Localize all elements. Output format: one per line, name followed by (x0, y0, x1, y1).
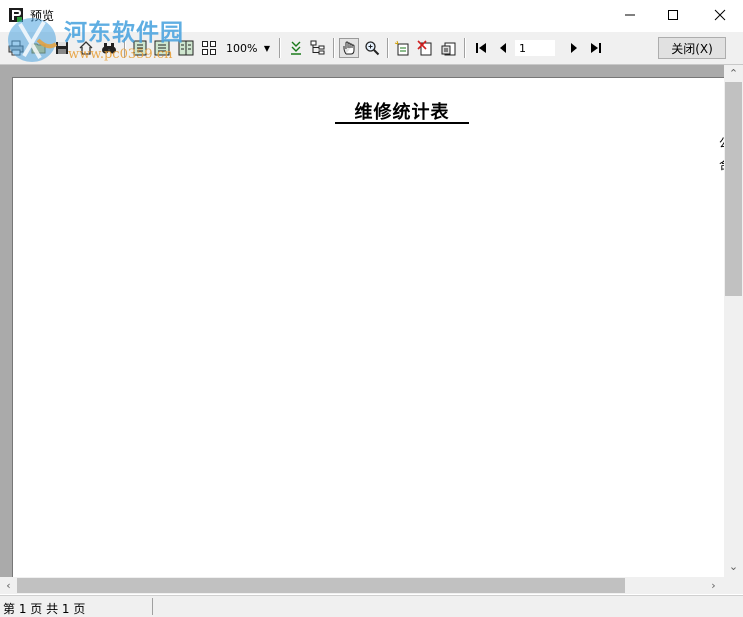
single-page-button[interactable] (130, 38, 150, 58)
open-folder-icon (31, 43, 46, 54)
two-page-button[interactable] (176, 38, 196, 58)
chevron-down-icon: ▼ (263, 44, 270, 53)
close-icon (714, 9, 726, 21)
hand-icon (343, 41, 355, 55)
new-page-icon (394, 40, 409, 56)
close-button[interactable]: 关闭(X) (658, 37, 726, 59)
title-underline (335, 122, 469, 124)
scroll-up-icon[interactable]: ⌃ (725, 65, 742, 82)
tree-button[interactable] (308, 38, 328, 58)
maximize-button[interactable] (650, 0, 696, 30)
tree-icon (310, 40, 325, 55)
vertical-scrollbar[interactable]: ⌃ ⌄ (724, 65, 743, 577)
horizontal-scroll-thumb[interactable] (17, 578, 625, 593)
prev-page-button[interactable] (493, 38, 513, 58)
toolbar-separator (333, 38, 335, 58)
delete-page-icon (417, 40, 432, 56)
preview-area[interactable]: 维修统计表 公 合 (0, 65, 724, 577)
zoom-tool-button[interactable] (362, 38, 382, 58)
next-page-button[interactable] (564, 38, 584, 58)
toolbar-separator (124, 38, 126, 58)
minimize-icon (625, 14, 635, 16)
save-button[interactable] (52, 38, 72, 58)
vertical-scroll-thumb[interactable] (725, 82, 742, 296)
report-title: 维修统计表 (354, 102, 450, 123)
open-button[interactable] (29, 38, 49, 58)
toolbar-separator (464, 38, 466, 58)
last-page-button[interactable] (586, 38, 606, 58)
page-width-button[interactable] (152, 38, 172, 58)
page-status: 第 1 页 共 1 页 (3, 602, 86, 616)
horizontal-scrollbar[interactable]: ‹ › (0, 577, 724, 594)
single-page-icon (133, 40, 147, 56)
toolbar-separator (279, 38, 281, 58)
new-page-button[interactable] (392, 38, 412, 58)
zoom-select[interactable]: 100% ▼ (226, 41, 272, 57)
report-page: 维修统计表 公 合 (12, 77, 724, 577)
outline-button[interactable] (286, 38, 306, 58)
scroll-left-icon[interactable]: ‹ (0, 577, 17, 594)
scroll-corner (724, 577, 743, 594)
window-title: 预览 (30, 9, 55, 23)
page-width-icon (154, 40, 170, 56)
first-page-icon (476, 43, 486, 53)
minimize-button[interactable] (607, 0, 653, 30)
outline-icon (291, 41, 301, 55)
print-icon (8, 40, 24, 56)
save-icon (56, 42, 68, 54)
page-number-input[interactable]: 1 (514, 39, 556, 57)
binoculars-icon (102, 43, 116, 54)
status-divider (152, 598, 153, 615)
title-bar: 预览 (0, 0, 743, 32)
close-window-button[interactable] (697, 0, 743, 30)
two-page-icon (178, 40, 194, 56)
first-page-button[interactable] (471, 38, 491, 58)
scroll-down-icon[interactable]: ⌄ (725, 558, 742, 575)
export-icon (79, 41, 93, 55)
zoom-value: 100% (226, 42, 258, 55)
toolbar: 100% ▼ 1 (0, 32, 743, 65)
prev-page-icon (500, 43, 506, 53)
toolbar-separator (387, 38, 389, 58)
scroll-right-icon[interactable]: › (705, 577, 722, 594)
print-button[interactable] (6, 38, 26, 58)
status-bar: 第 1 页 共 1 页 (0, 595, 743, 617)
multi-page-icon (202, 41, 216, 55)
edit-page-button[interactable] (438, 38, 458, 58)
delete-page-button[interactable] (415, 38, 435, 58)
maximize-icon (668, 10, 678, 20)
hand-tool-button[interactable] (339, 38, 359, 58)
last-page-icon (591, 43, 601, 53)
app-logo-icon (9, 8, 23, 22)
next-page-icon (571, 43, 577, 53)
multi-page-button[interactable] (199, 38, 219, 58)
zoom-icon (365, 41, 380, 56)
find-button[interactable] (99, 38, 119, 58)
export-button[interactable] (76, 38, 96, 58)
edit-page-icon (441, 42, 456, 56)
